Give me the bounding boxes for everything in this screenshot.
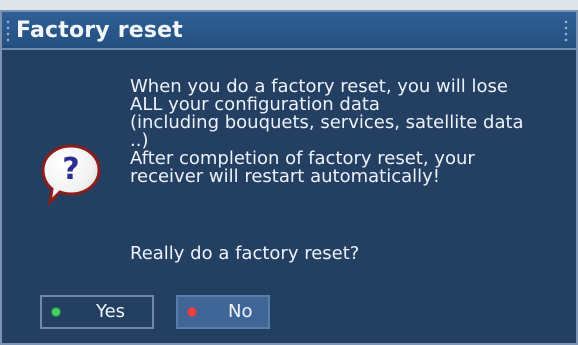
warning-message: When you do a factory reset, you will lo…	[130, 78, 560, 186]
title-right-dots	[564, 19, 568, 43]
question-icon: ?	[41, 144, 101, 207]
message-line-3: (including bouquets, services, satellite…	[130, 112, 524, 133]
factory-reset-dialog: Factory reset ? When you do a factory re…	[0, 10, 578, 345]
no-button[interactable]: No	[176, 295, 270, 329]
yes-button-label: Yes	[96, 301, 126, 322]
screen: Factory reset ? When you do a factory re…	[0, 0, 578, 345]
svg-text:?: ?	[62, 152, 79, 187]
no-button-label: No	[228, 301, 253, 322]
red-dot-icon	[188, 308, 196, 316]
dialog-content: ? When you do a factory reset, you will …	[2, 50, 576, 343]
title-left-dots	[6, 19, 10, 43]
yes-button[interactable]: Yes	[40, 295, 154, 329]
dialog-title: Factory reset	[16, 18, 184, 43]
message-line-6: receiver will restart automatically!	[130, 166, 440, 187]
green-dot-icon	[52, 308, 60, 316]
confirmation-question: Really do a factory reset?	[130, 243, 360, 264]
dialog-titlebar: Factory reset	[2, 12, 576, 50]
